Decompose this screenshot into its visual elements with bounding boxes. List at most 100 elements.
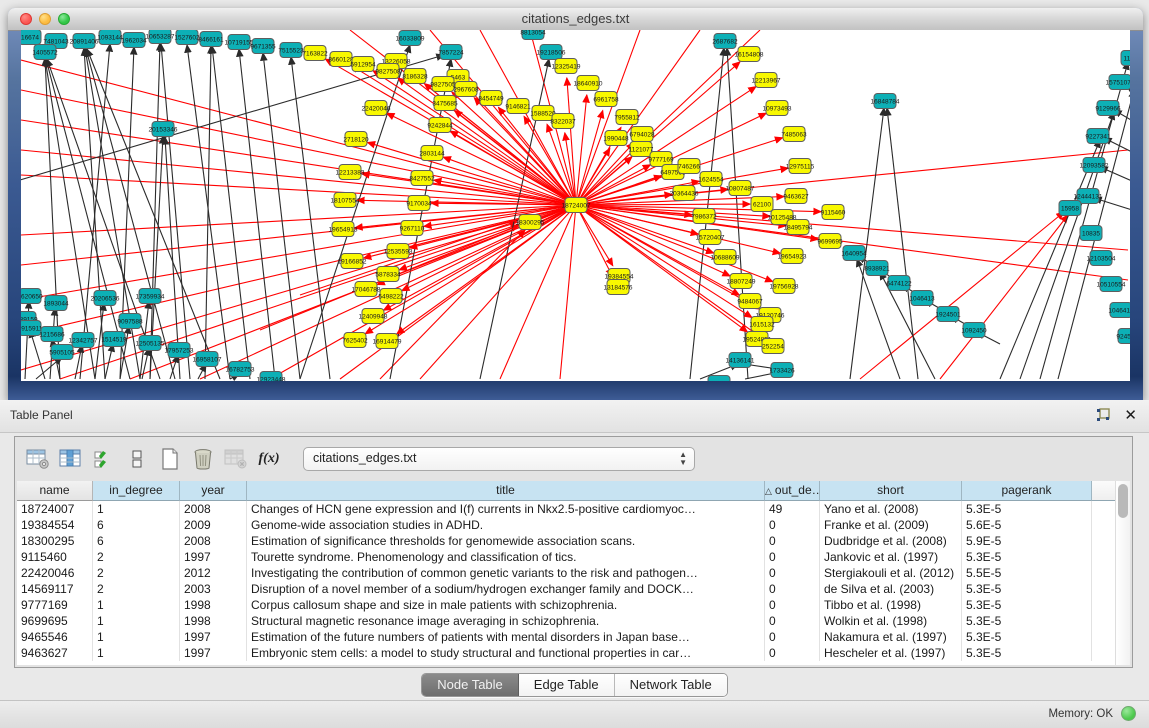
function-builder-icon[interactable]: f(x) [256, 446, 282, 472]
table-cell[interactable]: 9115460 [17, 549, 93, 565]
tab-network-table[interactable]: Network Table [615, 674, 727, 696]
table-cell[interactable]: 1 [93, 501, 180, 517]
column-header-out_de[interactable]: △out_de… [765, 481, 820, 501]
graph-node[interactable]: 1924501 [935, 307, 961, 322]
show-columns-icon[interactable] [58, 446, 84, 472]
graph-node[interactable]: 19166852 [338, 254, 367, 269]
table-row[interactable]: 977716911998Corpus callosum shape and si… [17, 597, 1115, 613]
graph-node[interactable]: 1514519 [101, 332, 127, 347]
table-cell[interactable]: Corpus callosum shape and size in male p… [247, 597, 765, 613]
citation-network-graph[interactable]: 1667474810431405572208914061093144196203… [21, 30, 1130, 381]
graph-node[interactable]: 16033809 [396, 31, 425, 46]
graph-node[interactable]: 5878334 [375, 267, 401, 282]
graph-node[interactable]: 12923448 [257, 372, 286, 382]
table-cell[interactable]: 0 [765, 581, 820, 597]
graph-node[interactable]: 16154808 [735, 47, 764, 62]
graph-node[interactable]: 5905105 [49, 345, 75, 360]
graph-node[interactable]: 12975115 [786, 159, 815, 174]
graph-node[interactable]: 12535593 [384, 244, 413, 259]
table-cell[interactable]: 0 [765, 517, 820, 533]
graph-node[interactable]: 15958 [1059, 201, 1081, 216]
graph-node[interactable]: 7485063 [781, 127, 807, 142]
table-cell[interactable]: Estimation of significance thresholds fo… [247, 533, 765, 549]
graph-node[interactable]: 9671355 [250, 39, 276, 54]
graph-node[interactable]: 8813054 [520, 30, 546, 40]
graph-node[interactable]: 8454749 [478, 91, 504, 106]
table-cell[interactable]: 9699695 [17, 613, 93, 629]
table-cell[interactable]: Tibbo et al. (1998) [820, 597, 962, 613]
table-cell[interactable]: 1 [93, 597, 180, 613]
graph-node[interactable]: 16914479 [373, 334, 402, 349]
table-row[interactable]: 946554611997Estimation of the future num… [17, 629, 1115, 645]
table-cell[interactable]: 18724007 [17, 501, 93, 517]
table-row[interactable]: 969969511998Structural magnetic resonanc… [17, 613, 1115, 629]
graph-node[interactable]: 6474122 [886, 276, 912, 291]
graph-node[interactable]: 746266 [678, 159, 700, 174]
graph-node[interactable]: 1990448 [603, 131, 629, 146]
table-row[interactable]: 1938455462009Genome-wide association stu… [17, 517, 1115, 533]
table-cell[interactable]: 5.3E-5 [962, 613, 1092, 629]
graph-node[interactable]: 9242844 [427, 118, 453, 133]
graph-node[interactable]: 1046412 [1108, 303, 1130, 318]
graph-node[interactable]: 10510554 [1097, 277, 1126, 292]
table-cell[interactable]: Yano et al. (2008) [820, 501, 962, 517]
table-cell[interactable]: 18300295 [17, 533, 93, 549]
graph-node[interactable]: 8186328 [402, 69, 428, 84]
table-cell[interactable]: 5.3E-5 [962, 629, 1092, 645]
graph-node[interactable]: 3475685 [432, 96, 458, 111]
table-row[interactable]: 1872400712008Changes of HCN gene express… [17, 501, 1115, 517]
graph-node[interactable]: 8427552 [409, 171, 435, 186]
table-cell[interactable]: Dudbridge et al. (2008) [820, 533, 962, 549]
table-cell[interactable]: 5.3E-5 [962, 581, 1092, 597]
table-cell[interactable]: 5.3E-5 [962, 645, 1092, 661]
graph-node[interactable]: 18640910 [574, 76, 603, 91]
row-height-icon[interactable] [124, 446, 150, 472]
graph-node[interactable]: 12213967 [752, 73, 781, 88]
graph-node[interactable]: 5498222 [378, 289, 404, 304]
table-cell[interactable]: Hescheler et al. (1997) [820, 645, 962, 661]
graph-node[interactable]: 15720407 [696, 230, 725, 245]
table-row[interactable]: 2242004622012Investigating the contribut… [17, 565, 1115, 581]
graph-node[interactable]: 1046413 [909, 291, 935, 306]
graph-node[interactable]: 20364436 [670, 186, 699, 201]
table-cell[interactable]: 2 [93, 581, 180, 597]
table-cell[interactable]: Genome-wide association studies in ADHD. [247, 517, 765, 533]
graph-node[interactable]: 12505135 [136, 336, 165, 351]
graph-node[interactable]: 8322037 [550, 114, 576, 129]
graph-node[interactable]: 10973493 [763, 101, 792, 116]
graph-node[interactable]: 18807249 [727, 274, 756, 289]
graph-node[interactable]: 1893044 [43, 296, 69, 311]
graph-node[interactable]: 9115460 [821, 205, 846, 220]
graph-node[interactable]: 17957253 [165, 343, 194, 358]
table-cell[interactable]: 5.3E-5 [962, 501, 1092, 517]
graph-node[interactable]: 2718120 [343, 132, 369, 147]
table-cell[interactable]: Embryonic stem cells: a model to study s… [247, 645, 765, 661]
table-cell[interactable]: Jankovic et al. (1997) [820, 549, 962, 565]
table-cell[interactable]: 0 [765, 597, 820, 613]
graph-node[interactable]: 9129966 [1095, 101, 1121, 116]
graph-node[interactable]: 62100 [751, 197, 773, 212]
graph-node[interactable]: 20206536 [91, 291, 120, 306]
graph-node[interactable]: 1615132 [749, 317, 775, 332]
table-cell[interactable]: Changes of HCN gene expression and I(f) … [247, 501, 765, 517]
column-header-short[interactable]: short [820, 481, 962, 501]
graph-node[interactable]: 9227341 [1085, 129, 1111, 144]
table-cell[interactable]: 2003 [180, 581, 247, 597]
graph-node[interactable]: 2803144 [419, 146, 445, 161]
graph-node[interactable]: 1527602 [174, 30, 200, 45]
table-cell[interactable]: 2008 [180, 533, 247, 549]
graph-node[interactable]: 7986372 [691, 209, 717, 224]
graph-node[interactable]: 12103504 [1087, 251, 1116, 266]
table-settings-icon[interactable] [25, 446, 51, 472]
column-header-in_degree[interactable]: in_degree [93, 481, 180, 501]
graph-node[interactable]: 7955812 [614, 110, 640, 125]
graph-node[interactable]: 1215686 [39, 327, 65, 342]
table-cell[interactable]: 0 [765, 613, 820, 629]
table-cell[interactable]: 5.5E-5 [962, 565, 1092, 581]
graph-node[interactable]: 9245012 [1116, 329, 1130, 344]
graph-node[interactable]: 9827508 [375, 64, 401, 79]
graph-node[interactable]: 9463627 [783, 189, 809, 204]
table-cell[interactable]: 22420046 [17, 565, 93, 581]
graph-node[interactable]: 1405572 [32, 45, 58, 60]
graph-node[interactable]: 19756928 [770, 279, 799, 294]
